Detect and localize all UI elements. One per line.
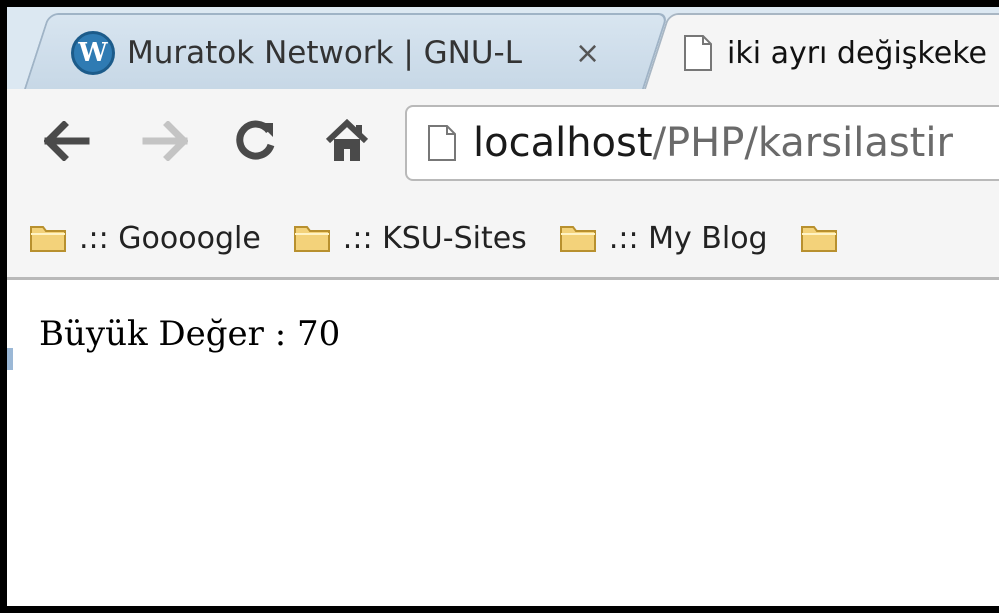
home-button[interactable] (317, 111, 377, 171)
toolbar: localhost/PHP/karsilastir (7, 89, 999, 199)
bookmarks-bar: .:: Goooogle .:: KSU-Sites .:: My Blog (7, 199, 999, 280)
left-edge-marker (7, 348, 13, 370)
folder-icon (559, 226, 596, 252)
tab-muratok-content[interactable]: W Muratok Network | GNU-L × (71, 23, 631, 83)
page-icon (684, 35, 712, 71)
forward-button[interactable] (135, 111, 195, 171)
bookmark-goooogle[interactable]: .:: Goooogle (29, 221, 261, 256)
wordpress-icon: W (71, 31, 115, 75)
url-path: /PHP/karsilastir (652, 120, 953, 166)
page-icon (428, 125, 456, 161)
address-bar[interactable]: localhost/PHP/karsilastir (405, 105, 999, 181)
bookmark-ksu-sites[interactable]: .:: KSU-Sites (293, 221, 527, 256)
tab-title: iki ayrı değişkeke (727, 35, 987, 71)
folder-icon (30, 226, 66, 252)
back-arrow-icon (44, 121, 90, 161)
folder-icon (800, 226, 837, 252)
folder-icon (293, 226, 330, 252)
url-host: localhost (473, 120, 653, 166)
reload-icon (236, 120, 275, 160)
tab-active-content[interactable]: iki ayrı değişkeke (683, 23, 999, 83)
tab-strip: W Muratok Network | GNU-L × iki ayrı değ… (7, 7, 999, 97)
reload-button[interactable] (225, 111, 285, 171)
forward-arrow-icon (142, 121, 188, 161)
bookmark-label: .:: My Blog (608, 220, 768, 256)
tab-title: Muratok Network | GNU-L (127, 35, 523, 71)
bookmark-my-blog[interactable]: .:: My Blog (559, 221, 768, 256)
page-content: Büyük Değer : 70 (7, 280, 999, 606)
bookmark-label: .:: KSU-Sites (342, 220, 527, 256)
browser-window: W Muratok Network | GNU-L × iki ayrı değ… (0, 0, 999, 613)
bookmark-folder-partial[interactable] (800, 223, 850, 253)
bookmark-label: .:: Goooogle (79, 220, 261, 256)
home-icon (325, 119, 369, 161)
close-icon[interactable]: × (575, 36, 600, 71)
result-text: Büyük Değer : 70 (39, 314, 341, 354)
back-button[interactable] (37, 111, 97, 171)
